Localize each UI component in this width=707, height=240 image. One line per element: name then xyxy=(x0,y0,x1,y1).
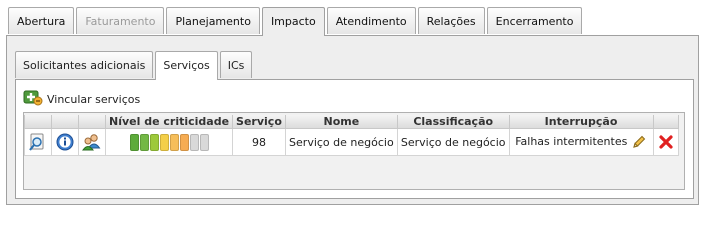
search-cell[interactable] xyxy=(24,128,52,156)
criticality-bar xyxy=(189,133,199,151)
criticality-bar xyxy=(139,133,149,151)
criticality-cell xyxy=(104,128,234,156)
tab-planejamento[interactable]: Planejamento xyxy=(166,7,260,34)
delete-icon[interactable] xyxy=(658,135,673,149)
subtab-servicos[interactable]: Serviços xyxy=(155,51,218,80)
header-blank-3 xyxy=(78,115,106,129)
header-blank-2 xyxy=(51,115,79,129)
info-icon[interactable] xyxy=(56,133,74,151)
impacto-panel: Solicitantes adicionais Serviços ICs Vin… xyxy=(6,35,699,205)
tab-relacoes[interactable]: Relações xyxy=(417,7,485,34)
criticality-bar xyxy=(179,133,189,151)
criticality-bar xyxy=(149,133,159,151)
info-cell[interactable] xyxy=(51,128,79,156)
header-nome[interactable]: Nome xyxy=(284,115,398,129)
link-services-row[interactable]: Vincular serviços xyxy=(23,88,140,106)
services-grid: Nível de criticidade Serviço Nome Classi… xyxy=(23,112,685,190)
tab-impacto[interactable]: Impacto xyxy=(261,7,325,36)
header-criticidade[interactable]: Nível de criticidade xyxy=(104,115,234,129)
header-classificacao[interactable]: Classificação xyxy=(396,115,510,129)
users-icon[interactable] xyxy=(82,133,102,151)
link-services-label[interactable]: Vincular serviços xyxy=(47,93,140,106)
users-cell[interactable] xyxy=(78,128,106,156)
edit-pencil-icon[interactable] xyxy=(631,134,647,150)
services-table: Nível de criticidade Serviço Nome Classi… xyxy=(24,115,679,156)
criticality-bar xyxy=(159,133,169,151)
service-name: Serviço de negócio xyxy=(284,128,398,156)
delete-cell[interactable] xyxy=(652,128,679,156)
criticality-bar xyxy=(129,133,139,151)
header-blank-4 xyxy=(652,115,679,129)
tab-faturamento: Faturamento xyxy=(76,7,165,34)
table-row: 98 Serviço de negócio Serviço de negócio… xyxy=(24,128,679,156)
tab-atendimento[interactable]: Atendimento xyxy=(326,7,416,34)
criticality-meter xyxy=(129,133,209,151)
subtab-solicitantes[interactable]: Solicitantes adicionais xyxy=(15,51,154,78)
subtab-ics[interactable]: ICs xyxy=(219,51,253,78)
main-tabs: Abertura Faturamento Planejamento Impact… xyxy=(8,7,584,36)
interruption-text: Falhas intermitentes xyxy=(515,135,628,148)
interruption-cell: Falhas intermitentes xyxy=(508,128,654,156)
criticality-bar xyxy=(169,133,179,151)
criticality-bar xyxy=(199,133,209,151)
header-servico[interactable]: Serviço xyxy=(232,115,286,129)
tab-abertura[interactable]: Abertura xyxy=(8,7,75,34)
sub-tabs: Solicitantes adicionais Serviços ICs xyxy=(15,51,254,80)
servicos-panel: Vincular serviços Nível de criticidade S… xyxy=(15,79,694,199)
service-number: 98 xyxy=(232,128,286,156)
tab-encerramento[interactable]: Encerramento xyxy=(486,7,583,34)
table-header-row: Nível de criticidade Serviço Nome Classi… xyxy=(24,115,679,129)
search-icon[interactable] xyxy=(29,133,47,152)
service-classification: Serviço de negócio xyxy=(396,128,510,156)
header-interrupcao[interactable]: Interrupção xyxy=(508,115,654,129)
header-blank-1 xyxy=(24,115,52,129)
add-service-icon[interactable] xyxy=(23,88,43,106)
